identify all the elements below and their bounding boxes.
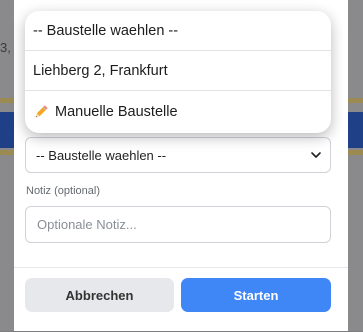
cancel-button[interactable]: Abbrechen	[25, 278, 174, 312]
note-input[interactable]	[25, 206, 331, 243]
site-select-value: -- Baustelle waehlen --	[36, 147, 167, 163]
start-button[interactable]: Starten	[181, 278, 331, 312]
site-dropdown-list: -- Baustelle waehlen -- Liehberg 2, Fran…	[25, 11, 331, 133]
dialog-footer: Abbrechen Starten	[14, 267, 348, 332]
note-label: Notiz (optional)	[26, 185, 100, 197]
dropdown-option-label: Liehberg 2, Frankfurt	[33, 62, 168, 79]
site-select[interactable]: -- Baustelle waehlen --	[25, 137, 331, 173]
dropdown-option[interactable]: -- Baustelle waehlen --	[25, 11, 331, 51]
dropdown-option[interactable]: Liehberg 2, Frankfurt	[25, 51, 331, 91]
dropdown-option-manual[interactable]: Manuelle Baustelle	[25, 91, 331, 133]
dropdown-option-label: -- Baustelle waehlen --	[33, 22, 179, 39]
dropdown-option-label: Manuelle Baustelle	[55, 104, 178, 120]
pencil-icon	[35, 105, 48, 118]
chevron-down-icon	[311, 152, 321, 158]
